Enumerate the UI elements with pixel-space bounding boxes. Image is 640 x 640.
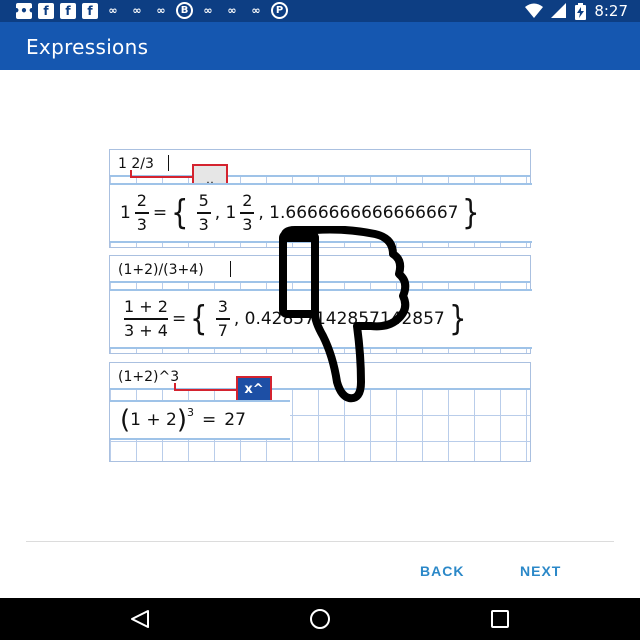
comma: , (258, 203, 270, 223)
denominator: 3 + 4 (124, 320, 168, 340)
facebook-icon: f (82, 2, 98, 19)
whole-part: 1 (120, 203, 131, 223)
home-icon[interactable] (308, 608, 332, 630)
numerator: 5 (198, 191, 209, 211)
expression-text: (1+2)^3 (118, 369, 180, 385)
equals-sign: = (171, 309, 187, 329)
numerator: 2 (136, 191, 147, 211)
denominator: 3 (242, 214, 253, 234)
result-math: ( 1 + 2 ) 3 = 27 (120, 402, 246, 438)
fraction-bar (124, 318, 168, 320)
result-row: ( 1 + 2 ) 3 = 27 (110, 400, 290, 440)
fraction: 5 3 (196, 191, 211, 234)
key-label: x^ (244, 381, 264, 397)
equals-sign: = (152, 203, 168, 223)
whole-part: 1 (225, 203, 237, 223)
divider (26, 541, 614, 542)
fraction-bar (134, 212, 149, 214)
close-paren: ) (176, 405, 187, 435)
denominator: 3 (198, 214, 209, 234)
b-app-icon: B (176, 2, 193, 19)
text-caret (168, 155, 169, 171)
decimal-value: 1.6666666666666667 (269, 203, 459, 223)
denominator: 7 (217, 320, 228, 340)
thumbs-down-icon (279, 226, 410, 403)
open-paren: ( (120, 405, 131, 435)
recents-icon[interactable] (488, 608, 512, 630)
link-icon: ∞ (203, 4, 213, 17)
close-brace: } (448, 299, 467, 339)
text-caret (230, 261, 231, 277)
fraction-bar (215, 318, 230, 320)
status-bar: ••• f f f ∞ ∞ ∞ B ∞ ∞ ∞ P 8:27 (0, 0, 640, 22)
numerator: 1 + 2 (124, 297, 168, 317)
result-value: 27 (224, 410, 246, 430)
app-bar: Expressions (0, 22, 640, 70)
base-expression: 1 + 2 (130, 410, 177, 430)
fraction: 2 3 (240, 191, 255, 234)
back-icon[interactable] (128, 608, 152, 630)
battery-charging-icon (575, 2, 587, 20)
exponent: 3 (187, 405, 194, 419)
expression-input: 1 2/3 (110, 150, 530, 177)
signal-icon (551, 3, 567, 18)
next-button[interactable]: NEXT (520, 560, 561, 582)
fraction: 3 7 (215, 297, 230, 340)
denominator: 3 (136, 214, 147, 234)
wifi-icon (525, 3, 544, 18)
notification-icons: ••• f f f ∞ ∞ ∞ B ∞ ∞ ∞ P (12, 2, 288, 19)
link-icon: ∞ (132, 4, 142, 17)
clock: 8:27 (594, 2, 628, 20)
system-navigation-bar (0, 598, 640, 640)
close-brace: } (462, 193, 480, 233)
fraction: 1 + 2 3 + 4 (124, 298, 168, 340)
power-key-callout: x^ (236, 376, 272, 402)
fraction-bar (240, 212, 255, 214)
open-brace: { (190, 299, 208, 339)
callout-line (174, 389, 236, 391)
link-icon: ∞ (227, 4, 237, 17)
fraction-bar (196, 212, 211, 214)
link-icon: ∞ (251, 4, 261, 17)
pinterest-icon: P (271, 2, 288, 19)
page-title: Expressions (26, 35, 149, 59)
expression-text: 1 2/3 (118, 156, 154, 172)
numerator: 2 (242, 191, 253, 211)
facebook-icon: f (60, 2, 76, 19)
numerator: 3 (217, 297, 228, 317)
back-button[interactable]: BACK (420, 560, 464, 582)
expression-text: (1+2)/(3+4) (118, 262, 204, 278)
facebook-icon: f (38, 2, 54, 19)
fraction: 2 3 (134, 191, 149, 234)
comma: , (214, 203, 226, 223)
link-icon: ∞ (156, 4, 166, 17)
callout-line (130, 176, 192, 178)
link-icon: ∞ (108, 4, 118, 17)
chat-icon: ••• (12, 2, 36, 19)
equals-sign: = (202, 410, 217, 430)
open-brace: { (171, 193, 189, 233)
system-icons: 8:27 (525, 2, 628, 20)
comma: , (233, 309, 245, 329)
